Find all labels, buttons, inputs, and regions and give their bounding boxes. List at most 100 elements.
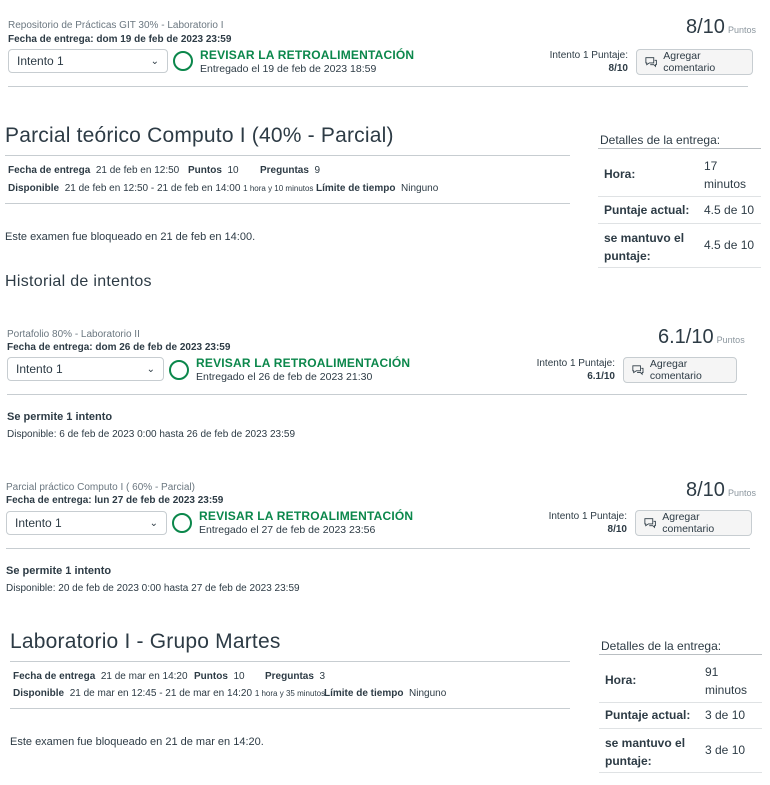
allowed-attempts: Se permite 1 intento [7, 411, 113, 423]
add-comment-button[interactable]: Agregar comentario [623, 357, 737, 383]
quiz-available: Disponible 21 de feb en 12:50 - 21 de fe… [8, 183, 313, 194]
quiz-due: Fecha de entrega 21 de mar en 14:20 [13, 671, 188, 682]
label: Puntos [194, 671, 228, 682]
attempt-score-value: 8/10 [608, 63, 628, 74]
attempt-select-value: Intento 1 [16, 362, 63, 376]
attempt-select[interactable]: Intento 1 ⌄ [8, 49, 168, 73]
kept-score-label: se mantuvo el puntaje: [604, 231, 685, 263]
divider [10, 661, 570, 662]
review-feedback-link[interactable]: REVISAR LA RETROALIMENTACIÓN [199, 509, 413, 523]
current-score-value: 4.5 de 10 [704, 203, 755, 217]
value: Ninguno [401, 183, 439, 194]
value: Ninguno [409, 688, 447, 699]
comment-icon [645, 57, 657, 68]
current-score-label: Puntaje actual: [604, 203, 690, 217]
label: Fecha de entrega [8, 165, 91, 176]
attempt-score-label: Intento 1 Puntaje: [548, 511, 627, 522]
score-value: 8/10 [686, 16, 725, 38]
assignment-name: Portafolio 80% - Laboratorio II [7, 329, 140, 340]
divider [598, 223, 761, 224]
divider [10, 708, 570, 709]
attempt-score: Intento 1 Puntaje: 8/10 [548, 49, 628, 75]
score-unit: Puntos [728, 488, 757, 498]
score-value: 8/10 [686, 479, 725, 501]
label: Límite de tiempo [316, 183, 396, 194]
kept-score-value: 4.5 de 10 [704, 238, 755, 252]
add-comment-label: Agregar comentario [662, 511, 715, 535]
details-title: Detalles de la entrega: [601, 639, 722, 653]
label: Puntos [188, 165, 222, 176]
allowed-attempts: Se permite 1 intento [6, 565, 112, 577]
attempt-select[interactable]: Intento 1 ⌄ [7, 357, 164, 381]
score-value: 6.1/10 [658, 326, 714, 348]
check-circle-icon [173, 51, 193, 71]
add-comment-label: Agregar comentario [663, 50, 716, 74]
current-score-value: 3 de 10 [705, 708, 746, 722]
availability: Disponible: 20 de feb de 2023 0:00 hasta… [6, 583, 300, 594]
value: 21 de feb en 12:50 - 21 de feb en 14:00 [64, 183, 241, 194]
kept-score-label: se mantuvo el puntaje: [605, 736, 686, 768]
divider [598, 148, 761, 149]
score: 8/10 Puntos [686, 479, 756, 502]
divider [599, 702, 762, 703]
comment-icon [644, 518, 656, 529]
label: Disponible [8, 183, 60, 194]
divider [598, 196, 761, 197]
value: 3 [319, 671, 326, 682]
due-date: Fecha de entrega: lun 27 de feb de 2023 … [6, 495, 224, 506]
score: 6.1/10 Puntos [658, 326, 745, 349]
attempt-score-label: Intento 1 Puntaje: [549, 50, 628, 61]
divider [599, 772, 762, 773]
locked-message: Este examen fue bloqueado en 21 de feb e… [5, 231, 256, 243]
divider [5, 203, 570, 204]
quiz-questions: Preguntas 3 [265, 671, 325, 682]
time-value: 17 minutos [704, 159, 747, 191]
chevron-down-icon: ⌄ [150, 55, 159, 67]
chevron-down-icon: ⌄ [149, 517, 158, 529]
attempt-select[interactable]: Intento 1 ⌄ [6, 511, 167, 535]
attempt-score-value: 8/10 [607, 524, 627, 535]
attempt-score-value: 6.1/10 [587, 371, 615, 382]
attempt-select-value: Intento 1 [17, 54, 64, 68]
add-comment-label: Agregar comentario [649, 358, 702, 382]
label: Preguntas [265, 671, 314, 682]
quiz-points: Puntos 10 [188, 165, 239, 176]
quiz-title: Parcial teórico Computo I (40% - Parcial… [5, 124, 394, 147]
check-circle-icon [169, 360, 189, 380]
quiz-available: Disponible 21 de mar en 12:45 - 21 de ma… [13, 688, 325, 699]
details-title: Detalles de la entrega: [600, 133, 721, 147]
label: Preguntas [260, 165, 309, 176]
history-title: Historial de intentos [5, 273, 152, 290]
label: Límite de tiempo [324, 688, 404, 699]
review-feedback-link[interactable]: REVISAR LA RETROALIMENTACIÓN [196, 356, 410, 370]
value: 10 [233, 671, 245, 682]
add-comment-button[interactable]: Agregar comentario [635, 510, 752, 536]
divider [599, 728, 762, 729]
submitted-date: Entregado el 27 de feb de 2023 23:56 [199, 524, 376, 536]
comment-icon [632, 365, 644, 376]
time-label: Hora: [604, 167, 636, 181]
attempt-select-value: Intento 1 [15, 516, 62, 530]
value: 21 de feb en 12:50 [95, 165, 180, 176]
divider [5, 155, 570, 156]
submitted-date: Entregado el 19 de feb de 2023 18:59 [200, 63, 377, 75]
quiz-due: Fecha de entrega 21 de feb en 12:50 [8, 165, 179, 176]
check-circle-icon [172, 513, 192, 533]
divider [8, 86, 748, 87]
due-date: Fecha de entrega: dom 26 de feb de 2023 … [7, 342, 231, 353]
score-unit: Puntos [728, 25, 757, 35]
value: 21 de mar en 14:20 [100, 671, 188, 682]
time-label: Hora: [605, 673, 637, 687]
value: 9 [314, 165, 321, 176]
value: 10 [227, 165, 239, 176]
score-unit: Puntos [716, 335, 745, 345]
assignment-name: Parcial práctico Computo I ( 60% - Parci… [6, 482, 195, 493]
review-feedback-link[interactable]: REVISAR LA RETROALIMENTACIÓN [200, 48, 414, 62]
value: 21 de mar en 12:45 - 21 de mar en 14:20 [69, 688, 253, 699]
add-comment-button[interactable]: Agregar comentario [636, 49, 753, 75]
label: Fecha de entrega [13, 671, 96, 682]
quiz-questions: Preguntas 9 [260, 165, 320, 176]
quiz-time-limit: Límite de tiempo Ninguno [324, 688, 446, 699]
quiz-points: Puntos 10 [194, 671, 245, 682]
quiz-time-limit: Límite de tiempo Ninguno [316, 183, 438, 194]
